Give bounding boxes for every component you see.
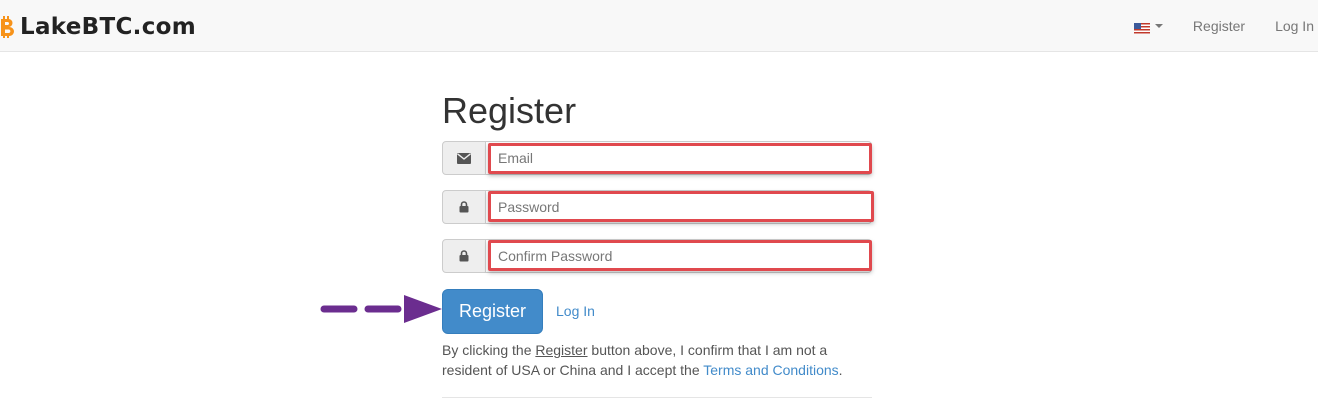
email-input-group bbox=[442, 141, 872, 175]
language-dropdown[interactable] bbox=[1133, 21, 1163, 34]
nav-register-link[interactable]: Register bbox=[1193, 18, 1245, 34]
us-flag-icon bbox=[1133, 21, 1150, 34]
confirm-password-input-group bbox=[442, 239, 872, 273]
envelope-icon bbox=[442, 141, 486, 175]
register-button[interactable]: Register bbox=[442, 288, 543, 334]
brand-name: LakeBTC.com bbox=[20, 14, 196, 40]
login-link[interactable]: Log In bbox=[556, 303, 595, 319]
form-actions: Register Log In bbox=[442, 288, 595, 334]
nav-login-link[interactable]: Log In bbox=[1275, 18, 1314, 34]
register-form: Register Register bbox=[442, 90, 874, 398]
nav-right: Register Log In bbox=[1133, 0, 1318, 52]
terms-link[interactable]: Terms and Conditions bbox=[703, 362, 838, 378]
terms-notice: By clicking the Register button above, I… bbox=[442, 340, 872, 380]
brand-link[interactable]: LakeBTC.com bbox=[0, 12, 196, 42]
caret-down-icon bbox=[1154, 24, 1163, 28]
lock-icon bbox=[442, 239, 486, 273]
confirm-password-field[interactable] bbox=[486, 239, 872, 273]
notice-text-1: By clicking the bbox=[442, 342, 536, 358]
bitcoin-icon bbox=[0, 14, 14, 40]
navbar: LakeBTC.com Register Log In bbox=[0, 0, 1318, 52]
arrow-annotation-icon bbox=[320, 295, 442, 323]
password-input-group bbox=[442, 190, 872, 224]
password-field[interactable] bbox=[486, 190, 872, 224]
email-field[interactable] bbox=[486, 141, 872, 175]
lock-icon bbox=[442, 190, 486, 224]
notice-text-3: . bbox=[838, 362, 843, 378]
divider bbox=[442, 397, 872, 398]
notice-register-word: Register bbox=[535, 342, 588, 358]
page-title: Register bbox=[442, 90, 577, 131]
